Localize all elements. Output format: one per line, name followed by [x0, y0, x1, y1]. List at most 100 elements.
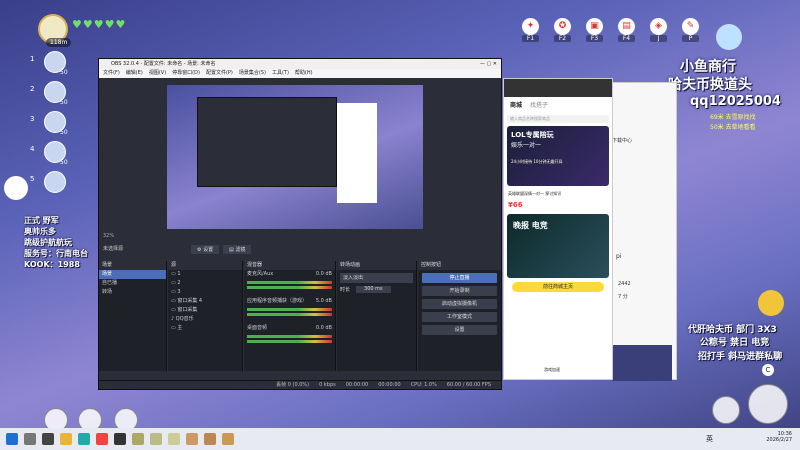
accelerator-link[interactable]: 游戏加速: [544, 367, 560, 373]
app-icon[interactable]: [132, 433, 144, 445]
hotkey-f2[interactable]: ✪ F2: [554, 18, 571, 42]
menu-file[interactable]: 文件(F): [103, 69, 120, 78]
scenes-panel: 场景 场景 自已播 转场: [99, 261, 167, 371]
window-label[interactable]: 下载中心: [612, 137, 632, 144]
menu-view[interactable]: 视图(V): [149, 69, 166, 78]
skill-button[interactable]: [712, 396, 740, 424]
overlay-line: 公粽号 禁日 电竞: [700, 338, 770, 348]
chrome-icon[interactable]: [96, 433, 108, 445]
obs-preview[interactable]: [167, 85, 423, 229]
obs-menubar: 文件(F) 编辑(E) 视图(V) 停靠窗口(D) 配置文件(P) 场景集合(S…: [99, 69, 501, 78]
hotkey-p[interactable]: ✎ P: [682, 18, 699, 42]
controls-panel: 控制按钮 停止直播 开始录制 启动虚拟摄像机 工作室模式 设置: [418, 261, 501, 371]
app-icon[interactable]: [204, 433, 216, 445]
menu-tools[interactable]: 工具(T): [272, 69, 289, 78]
source-item[interactable]: ♪ QQ音乐: [168, 315, 242, 324]
overlay-line: 服务号：行南电台: [24, 249, 88, 258]
obs-icon[interactable]: [114, 433, 126, 445]
overlay-line: 代肝哈夫币 部门 3X3: [688, 325, 777, 335]
volume-slider[interactable]: [247, 340, 332, 343]
hotkey-f3[interactable]: ▣ F3: [586, 18, 603, 42]
studio-mode-button[interactable]: 工作室模式: [422, 312, 497, 322]
transition-select[interactable]: 淡入淡出: [340, 273, 413, 283]
party-list: 1 50 2 50 3 50 4 50 5: [30, 51, 68, 199]
attack-button[interactable]: [748, 384, 788, 424]
tab-find-partner[interactable]: 找搭子: [530, 100, 548, 109]
menu-docks[interactable]: 停靠窗口(D): [172, 69, 200, 78]
listing-title[interactable]: 英雄联盟深情一对一 探讨知识: [504, 189, 612, 199]
mixer-channel: 桌面音频 0.0 dB: [247, 325, 332, 331]
volume-slider[interactable]: [247, 313, 332, 316]
star-icon[interactable]: [758, 290, 784, 316]
overlay-note: 69米 去雪原找找: [710, 114, 756, 121]
obs-titlebar: OBS 32.0.4 - 配置文件: 未命名 - 场景: 未命名 — ▢ ✕: [99, 59, 501, 69]
party-score: 50: [60, 159, 68, 166]
stop-streaming-button[interactable]: 停止直播: [422, 273, 497, 283]
promo-banner[interactable]: LOL专属陪玩 娱乐一对一 24小时接待 10分钟无瓣开局: [507, 126, 609, 186]
source-item[interactable]: ▭ 1: [168, 270, 242, 279]
app-icon[interactable]: [150, 433, 162, 445]
streamer-avatar: [4, 176, 28, 200]
hotkey-j[interactable]: ◈ J: [650, 18, 667, 42]
menu-help[interactable]: 帮助(H): [295, 69, 313, 78]
filters-button[interactable]: ▤ 滤镜: [223, 245, 252, 254]
overlay-subtitle: 哈夫币换道头: [668, 77, 752, 93]
app-icon[interactable]: [222, 433, 234, 445]
settings-button[interactable]: 设置: [422, 325, 497, 335]
source-item[interactable]: ▭ 窗口采集 4: [168, 297, 242, 306]
source-item[interactable]: ▭ 2: [168, 279, 242, 288]
properties-button[interactable]: ⚙ 设置: [191, 245, 220, 254]
overlay-line: KOOK：1988: [24, 260, 80, 269]
sources-header: 源: [168, 261, 242, 270]
zoom-level[interactable]: 32%: [103, 233, 114, 239]
app-icon[interactable]: [168, 433, 180, 445]
scenes-header: 场景: [99, 261, 166, 270]
pin-icon: ✎: [682, 18, 699, 35]
hotkey-f1[interactable]: ✦ F1: [522, 18, 539, 42]
start-recording-button[interactable]: 开始录制: [422, 286, 497, 296]
source-item[interactable]: ▭ 3: [168, 288, 242, 297]
edge-icon[interactable]: [78, 433, 90, 445]
overlay-line: 跳级护航航玩: [24, 238, 72, 247]
overlay-note: 50米 去草地看看: [710, 124, 756, 131]
mixer-header: 混音器: [244, 261, 335, 270]
left-overlay-text: 正式 野军 奥帅乐多 跳级护航航玩 服务号：行南电台 KOOK：1988: [24, 215, 104, 270]
compass-icon[interactable]: [716, 24, 742, 50]
window-controls[interactable]: — ▢ ✕: [480, 59, 497, 69]
source-item[interactable]: ▭ 主: [168, 324, 242, 333]
app-icon[interactable]: [186, 433, 198, 445]
key-c-badge: C: [762, 364, 774, 376]
gift-icon: ✦: [522, 18, 539, 35]
party-num: 2: [30, 85, 35, 93]
clock[interactable]: 10:36 2026/2/27: [766, 431, 792, 443]
scene-item[interactable]: 场景: [99, 270, 166, 279]
explorer-icon[interactable]: [60, 433, 72, 445]
audio-meter: [247, 308, 332, 311]
input-language[interactable]: 英: [706, 434, 713, 444]
stream-time: 00:00:00: [345, 382, 369, 388]
task-view-icon[interactable]: [42, 433, 54, 445]
promo-banner-2[interactable]: 晚报 电竞: [507, 214, 609, 278]
tab-shop[interactable]: 商城: [510, 100, 522, 109]
browser-toolbar: [504, 79, 612, 97]
scene-item[interactable]: 自已播: [99, 279, 166, 288]
shop-tabs: 商城 找搭子: [504, 97, 612, 112]
windows-start-icon[interactable]: [6, 433, 18, 445]
duration-input[interactable]: 300 ms: [356, 286, 391, 293]
go-to-shop-button[interactable]: 前往商城主页: [512, 282, 604, 292]
scene-item[interactable]: 转场: [99, 288, 166, 297]
hotkey-f4[interactable]: ▤ F4: [618, 18, 635, 42]
party-score: 50: [60, 69, 68, 76]
volume-slider[interactable]: [247, 286, 332, 289]
controls-header: 控制按钮: [418, 261, 501, 270]
party-score: 50: [60, 99, 68, 106]
menu-edit[interactable]: 编辑(E): [126, 69, 143, 78]
source-item[interactable]: ▭ 窗口采集: [168, 306, 242, 315]
party-avatar[interactable]: [44, 171, 66, 193]
shop-search-input[interactable]: 输入商品名称搜索商品: [507, 115, 609, 123]
search-icon[interactable]: [24, 433, 36, 445]
menu-profile[interactable]: 配置文件(P): [206, 69, 233, 78]
virtual-camera-button[interactable]: 启动虚拟摄像机: [422, 299, 497, 309]
party-num: 1: [30, 55, 35, 63]
menu-scene-collection[interactable]: 场景集合(S): [239, 69, 266, 78]
